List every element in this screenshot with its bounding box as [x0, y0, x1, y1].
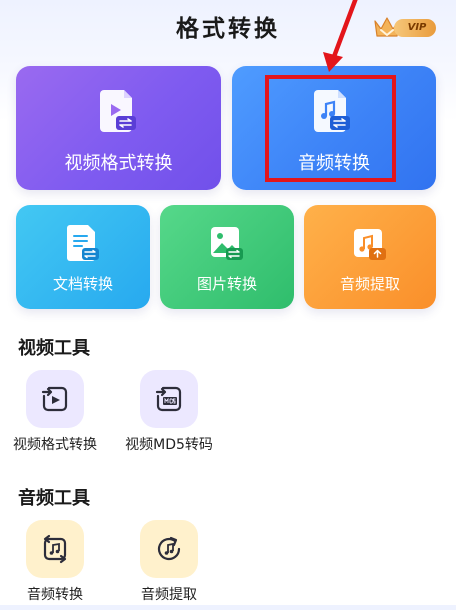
audio-convert-tile: [26, 520, 84, 578]
audio-convert-icon: [43, 534, 67, 564]
image-convert-card[interactable]: 图片转换: [160, 205, 294, 309]
audio-extract-icon: [354, 229, 386, 260]
audio-extract-tool-icon: [157, 536, 181, 561]
audio-tools-title: 音频工具: [18, 488, 90, 509]
audio-extract-tile: [140, 520, 198, 578]
video-md5-tool[interactable]: 视频MD5转码: [114, 370, 224, 460]
document-convert-label: 文档转换: [52, 275, 113, 293]
audio-extract-label: 音频提取: [339, 275, 400, 293]
image-convert-label: 图片转换: [196, 275, 257, 293]
video-md5-tool-label: 视频MD5转码: [125, 437, 213, 453]
video-tools-title: 视频工具: [18, 338, 90, 359]
video-format-convert-card[interactable]: 视频格式转换: [16, 66, 221, 190]
video-md5-tile: [140, 370, 198, 428]
audio-extract-tool-label: 音频提取: [141, 587, 197, 603]
document-convert-icon: [67, 225, 99, 261]
audio-convert-label: 音频转换: [298, 153, 370, 174]
video-format-tool[interactable]: 视频格式转换: [0, 370, 110, 460]
video-file-convert-icon: [100, 90, 136, 132]
audio-extract-card[interactable]: 音频提取: [304, 205, 436, 309]
video-format-convert-label: 视频格式转换: [64, 153, 173, 174]
vip-label: VIP: [394, 19, 436, 37]
video-format-tile: [26, 370, 84, 428]
audio-extract-tool[interactable]: 音频提取: [114, 520, 224, 610]
audio-convert-card[interactable]: 音频转换: [232, 66, 436, 190]
image-convert-icon: [211, 227, 243, 260]
video-md5-icon: [155, 386, 182, 412]
video-format-tool-label: 视频格式转换: [13, 437, 97, 453]
audio-convert-tool-label: 音频转换: [27, 587, 83, 603]
document-convert-card[interactable]: 文档转换: [16, 205, 150, 309]
audio-convert-tool[interactable]: 音频转换: [0, 520, 110, 610]
audio-file-convert-icon: [314, 90, 350, 132]
video-format-icon: [41, 386, 68, 412]
vip-badge[interactable]: VIP: [372, 13, 438, 41]
